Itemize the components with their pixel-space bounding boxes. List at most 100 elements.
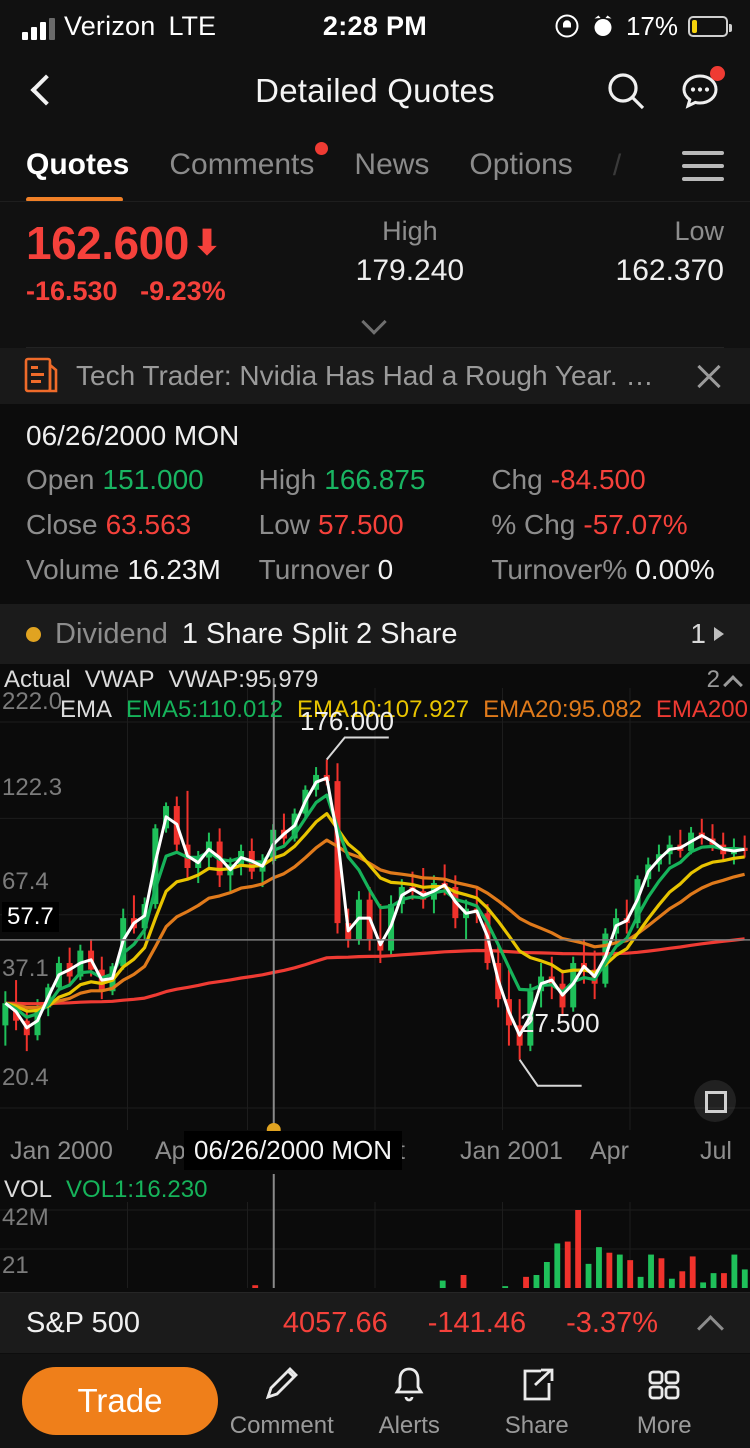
candlestick-canvas — [0, 678, 750, 1137]
quote-summary: 162.600 ⬇ -16.530 -9.23% High 179.240 Lo… — [0, 202, 750, 307]
ohlc-high: High 166.875 — [259, 464, 492, 496]
ohlc-turnover-pct-value: 0.00% — [635, 554, 715, 585]
price-group: 162.600 ⬇ -16.530 -9.23% — [26, 216, 305, 307]
annotation-period-low: 27.500 — [520, 1008, 600, 1038]
ema-name: EMA — [60, 696, 113, 723]
ohlc-low-label: Low — [258, 509, 311, 540]
alerts-action-label: Alerts — [378, 1411, 440, 1439]
index-change-percent: -3.37% — [566, 1306, 658, 1339]
dividend-dot-icon — [26, 626, 41, 642]
x-tick-apr-2001: Apr — [590, 1137, 629, 1165]
news-headline[interactable]: Tech Trader: Nvidia Has Had a Rough Year… — [76, 360, 674, 392]
ohlc-turnover: Turnover 0 — [259, 554, 492, 586]
ohlc-chg-value: -84.500 — [550, 464, 646, 495]
tab-comments-dot-icon — [315, 142, 329, 155]
share-box-arrow-icon — [515, 1363, 559, 1407]
high-group: High 179.240 — [305, 216, 514, 307]
y-tick-current-highlight: 57.7 — [2, 902, 59, 932]
bell-icon — [387, 1363, 431, 1407]
chart-mode-label: Actual — [4, 666, 71, 693]
tab-bar: Quotes Comments News Options / — [0, 130, 750, 202]
volume-name: VOL — [4, 1176, 53, 1203]
share-action-label: Share — [504, 1411, 569, 1439]
dividend-row[interactable]: Dividend 1 Share Split 2 Share 1 — [0, 604, 750, 664]
hamburger-menu-icon[interactable] — [674, 151, 724, 181]
clock-label: 2:28 PM — [322, 10, 428, 41]
price-chart[interactable]: Actual VWAP VWAP:95.979 2 EMA EMA5:110.0… — [0, 664, 750, 1174]
y-tick-37-obscured: 37.1 — [2, 955, 49, 982]
bottom-action-bar: Trade Comment Alerts Share More — [0, 1354, 750, 1448]
ohlc-close-label: Close — [26, 509, 98, 540]
index-bar[interactable]: S&P 500 4057.66 -141.46 -3.37% — [0, 1292, 750, 1354]
y-tick-20: 20.4 — [2, 1064, 49, 1091]
index-values: 4057.66 -141.46 -3.37% — [283, 1307, 724, 1340]
tab-bar-divider — [0, 201, 750, 202]
tab-options-label: Options — [469, 148, 573, 181]
pencil-icon — [260, 1363, 304, 1407]
comment-action-label: Comment — [229, 1411, 334, 1439]
ohlc-chg-label: Chg — [491, 464, 543, 495]
chevron-up-icon — [724, 675, 740, 685]
chart-layers-count: 2 — [706, 666, 720, 693]
close-icon[interactable] — [692, 359, 726, 393]
ema20-readout: EMA20:95.082 — [483, 696, 642, 723]
fullscreen-expand-icon[interactable] — [694, 1080, 736, 1122]
index-value: 4057.66 — [282, 1306, 388, 1339]
chevron-down-icon[interactable] — [363, 313, 387, 327]
ohlc-turnover-pct-label: Turnover% — [491, 554, 628, 585]
tab-overflow-partial[interactable]: / — [613, 149, 621, 183]
news-banner[interactable]: Tech Trader: Nvidia Has Had a Rough Year… — [0, 348, 750, 404]
search-button[interactable] — [602, 67, 650, 115]
low-label: Low — [674, 216, 724, 246]
comment-action[interactable]: Comment — [218, 1363, 346, 1440]
change-row: -16.530 -9.23% — [26, 276, 305, 307]
ohlc-pct-chg-value: -57.07% — [583, 509, 688, 540]
tab-comments[interactable]: Comments — [169, 142, 329, 184]
ohlc-open-value: 151.000 — [102, 464, 204, 495]
tab-quotes-label: Quotes — [26, 148, 130, 181]
more-action[interactable]: More — [601, 1363, 729, 1440]
ohlc-turnover-pct: Turnover% 0.00% — [491, 554, 724, 586]
chart-layers-toggle[interactable]: 2 — [707, 666, 740, 694]
alerts-action[interactable]: Alerts — [346, 1363, 474, 1440]
nav-header: Detailed Quotes — [0, 52, 750, 130]
index-collapse-chevron-up-icon[interactable] — [698, 1315, 724, 1331]
dividend-value: 1 Share Split 2 Share — [181, 617, 458, 650]
tab-news-label: News — [354, 148, 430, 181]
comments-badge — [710, 66, 725, 81]
quote-expand-row[interactable] — [0, 307, 750, 347]
ohlc-close: Close 63.563 — [26, 509, 259, 541]
tab-options[interactable]: Options — [469, 148, 572, 184]
ohlc-turnover-value: 0 — [377, 554, 394, 585]
ohlc-low: Low 57.500 — [259, 509, 492, 541]
y-tick-122: 122.3 — [2, 774, 63, 801]
comments-button[interactable] — [676, 66, 725, 115]
low-value: 162.370 — [615, 254, 724, 287]
caret-right-icon — [714, 627, 724, 641]
low-group: Low 162.370 — [515, 216, 724, 307]
arrow-down-icon: ⬇ — [192, 224, 222, 262]
ohlc-tooltip-panel: 06/26/2000 MON Open 151.000 High 166.875 C… — [0, 404, 750, 604]
trade-button[interactable]: Trade — [22, 1367, 218, 1435]
ohlc-pct-chg-label: % Chg — [491, 509, 576, 540]
vwap-indicator-row[interactable]: Actual VWAP VWAP:95.979 — [0, 664, 750, 696]
ohlc-volume-label: Volume — [26, 554, 120, 585]
volume-y-tick-42m: 42M — [2, 1204, 49, 1231]
ohlc-high-label: High — [258, 464, 317, 495]
ohlc-low-value: 57.500 — [318, 509, 404, 540]
change-absolute: -16.530 — [26, 276, 118, 306]
high-label: High — [382, 216, 438, 246]
tab-quotes[interactable]: Quotes — [26, 148, 130, 202]
change-percent: -9.23% — [140, 276, 226, 306]
volume-chart[interactable]: VOL VOL1:16.230 42M 21 — [0, 1174, 750, 1292]
tab-news[interactable]: News — [354, 148, 429, 184]
news-document-icon — [24, 357, 58, 395]
index-change-absolute: -141.46 — [427, 1306, 527, 1339]
dividend-label: Dividend — [55, 617, 168, 650]
ohlc-volume-value: 16.23M — [127, 554, 221, 585]
battery-icon — [688, 15, 732, 37]
share-action[interactable]: Share — [473, 1363, 601, 1440]
last-price: 162.600 — [26, 217, 189, 269]
tab-comments-label: Comments — [169, 148, 315, 181]
dividend-count-group[interactable]: 1 — [690, 618, 724, 650]
